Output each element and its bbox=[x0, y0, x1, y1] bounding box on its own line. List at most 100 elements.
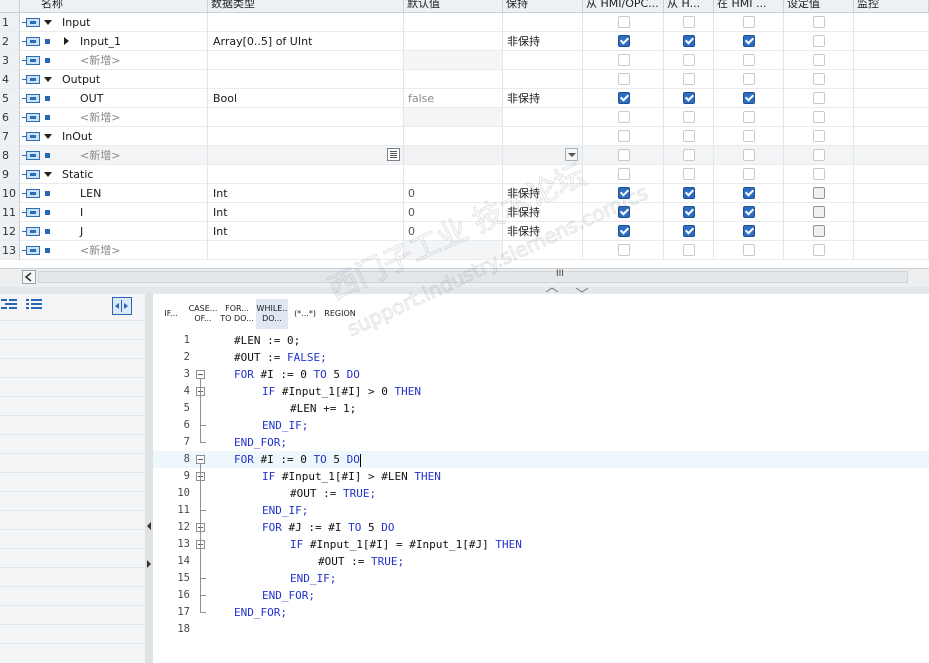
scroll-left-button[interactable] bbox=[22, 270, 36, 284]
fold-toggle-icon[interactable] bbox=[196, 370, 205, 379]
name-cell[interactable]: <新增> bbox=[20, 108, 208, 127]
swap-view-button[interactable] bbox=[112, 297, 132, 315]
retain-cell[interactable]: 非保持 bbox=[503, 222, 583, 241]
hmi-engineering-checkbox[interactable] bbox=[743, 16, 755, 28]
data-type-cell[interactable]: Int bbox=[208, 222, 404, 241]
type-list-button[interactable] bbox=[387, 148, 400, 161]
code-line[interactable]: 16 END_FOR; bbox=[153, 587, 929, 604]
hmi-engineering-checkbox[interactable] bbox=[743, 54, 755, 66]
table-row[interactable]: 1 Input bbox=[0, 13, 929, 32]
hmi-engineering-checkbox[interactable] bbox=[743, 111, 755, 123]
hmi-visible-checkbox[interactable] bbox=[683, 187, 695, 199]
setpoint-checkbox[interactable] bbox=[813, 187, 825, 199]
collapse-arrow-icon[interactable] bbox=[64, 37, 69, 45]
hmi-accessible-checkbox[interactable] bbox=[618, 168, 630, 180]
default-value-cell[interactable]: 0 bbox=[404, 222, 503, 241]
code-line[interactable]: 14 #OUT := TRUE; bbox=[153, 553, 929, 570]
name-cell[interactable]: InOut bbox=[20, 127, 208, 146]
code-line[interactable]: 3 FOR #I := 0 TO 5 DO bbox=[153, 366, 929, 383]
code-line[interactable]: 5 #LEN += 1; bbox=[153, 400, 929, 417]
hmi-accessible-checkbox[interactable] bbox=[618, 54, 630, 66]
name-cell[interactable]: <新增> bbox=[20, 51, 208, 70]
hmi-accessible-checkbox[interactable] bbox=[618, 92, 630, 104]
table-row[interactable]: 5 OUT Bool false 非保持 bbox=[0, 89, 929, 108]
default-value-cell[interactable] bbox=[404, 51, 503, 70]
hmi-engineering-checkbox[interactable] bbox=[743, 73, 755, 85]
retain-cell[interactable]: 非保持 bbox=[503, 203, 583, 222]
data-type-cell[interactable] bbox=[208, 70, 404, 89]
hmi-visible-checkbox[interactable] bbox=[683, 168, 695, 180]
expand-arrow-icon[interactable] bbox=[44, 172, 52, 177]
code-line[interactable]: 2 #OUT := FALSE; bbox=[153, 349, 929, 366]
hmi-engineering-checkbox[interactable] bbox=[743, 206, 755, 218]
setpoint-checkbox[interactable] bbox=[813, 244, 825, 256]
hmi-engineering-checkbox[interactable] bbox=[743, 149, 755, 161]
data-type-cell[interactable] bbox=[208, 13, 404, 32]
hmi-visible-checkbox[interactable] bbox=[683, 111, 695, 123]
hmi-visible-checkbox[interactable] bbox=[683, 149, 695, 161]
scl-code-editor[interactable]: 1 #LEN := 0; 2 #OUT := FALSE; 3 FOR #I := 0 T… bbox=[153, 332, 929, 663]
data-type-cell[interactable]: Array[0..5] of UInt bbox=[208, 32, 404, 51]
horizontal-scrollbar[interactable]: III bbox=[0, 268, 929, 288]
hmi-accessible-checkbox[interactable] bbox=[618, 225, 630, 237]
splitter-arrows-icon[interactable] bbox=[540, 287, 600, 294]
code-line[interactable]: 8 FOR #I := 0 TO 5 DO bbox=[153, 451, 929, 468]
code-line[interactable]: 10 #OUT := TRUE; bbox=[153, 485, 929, 502]
setpoint-checkbox[interactable] bbox=[813, 130, 825, 142]
setpoint-checkbox[interactable] bbox=[813, 54, 825, 66]
data-type-cell[interactable] bbox=[208, 127, 404, 146]
toolbar-for-button[interactable]: FOR... TO DO... bbox=[220, 299, 254, 329]
default-value-cell[interactable] bbox=[404, 32, 503, 51]
code-line[interactable]: 15 END_IF; bbox=[153, 570, 929, 587]
hmi-engineering-checkbox[interactable] bbox=[743, 168, 755, 180]
toolbar-region-button[interactable]: REGION bbox=[323, 299, 357, 329]
hmi-accessible-checkbox[interactable] bbox=[618, 35, 630, 47]
retain-cell[interactable] bbox=[503, 165, 583, 184]
setpoint-checkbox[interactable] bbox=[813, 35, 825, 47]
retain-cell[interactable] bbox=[503, 146, 583, 165]
code-line[interactable]: 1 #LEN := 0; bbox=[153, 332, 929, 349]
name-cell[interactable]: Input_1 bbox=[20, 32, 208, 51]
setpoint-checkbox[interactable] bbox=[813, 206, 825, 218]
name-cell[interactable]: <新增> bbox=[20, 241, 208, 260]
column-header-monitor[interactable]: 监控 bbox=[854, 0, 929, 12]
retain-cell[interactable] bbox=[503, 13, 583, 32]
code-line[interactable]: 6 END_IF; bbox=[153, 417, 929, 434]
table-row[interactable]: 12 J Int 0 非保持 bbox=[0, 222, 929, 241]
column-header-hmi_acc[interactable]: 从 HMI/OPC... bbox=[583, 0, 664, 12]
scroll-thumb[interactable]: III bbox=[38, 269, 908, 283]
retain-cell[interactable]: 非保持 bbox=[503, 184, 583, 203]
default-value-cell[interactable] bbox=[404, 70, 503, 89]
code-line[interactable]: 7 END_FOR; bbox=[153, 434, 929, 451]
name-cell[interactable]: LEN bbox=[20, 184, 208, 203]
column-header-name[interactable]: 名称 bbox=[38, 0, 208, 12]
table-row[interactable]: 8 <新增> bbox=[0, 146, 929, 165]
name-cell[interactable]: Static bbox=[20, 165, 208, 184]
hmi-accessible-checkbox[interactable] bbox=[618, 149, 630, 161]
default-value-cell[interactable] bbox=[404, 108, 503, 127]
table-row[interactable]: 4 Output bbox=[0, 70, 929, 89]
table-row[interactable]: 2 Input_1 Array[0..5] of UInt 非保持 bbox=[0, 32, 929, 51]
default-value-cell[interactable] bbox=[404, 146, 503, 165]
hmi-engineering-checkbox[interactable] bbox=[743, 225, 755, 237]
setpoint-checkbox[interactable] bbox=[813, 168, 825, 180]
data-type-cell[interactable] bbox=[208, 108, 404, 127]
default-value-cell[interactable]: 0 bbox=[404, 203, 503, 222]
setpoint-checkbox[interactable] bbox=[813, 225, 825, 237]
hmi-visible-checkbox[interactable] bbox=[683, 206, 695, 218]
name-cell[interactable]: OUT bbox=[20, 89, 208, 108]
hmi-visible-checkbox[interactable] bbox=[683, 92, 695, 104]
data-type-cell[interactable] bbox=[208, 165, 404, 184]
outdent-list-icon[interactable] bbox=[26, 298, 42, 310]
toolbar-comment-button[interactable]: (*...*) bbox=[291, 299, 319, 329]
code-line[interactable]: 4 IF #Input_1[#I] > 0 THEN bbox=[153, 383, 929, 400]
hmi-engineering-checkbox[interactable] bbox=[743, 187, 755, 199]
hmi-visible-checkbox[interactable] bbox=[683, 16, 695, 28]
retain-dropdown-button[interactable] bbox=[565, 148, 578, 161]
hmi-accessible-checkbox[interactable] bbox=[618, 16, 630, 28]
hmi-accessible-checkbox[interactable] bbox=[618, 130, 630, 142]
column-header-hmi_vis[interactable]: 从 H... bbox=[664, 0, 714, 12]
name-cell[interactable]: I bbox=[20, 203, 208, 222]
add-new-placeholder[interactable]: <新增> bbox=[80, 108, 120, 126]
code-line[interactable]: 11 END_IF; bbox=[153, 502, 929, 519]
